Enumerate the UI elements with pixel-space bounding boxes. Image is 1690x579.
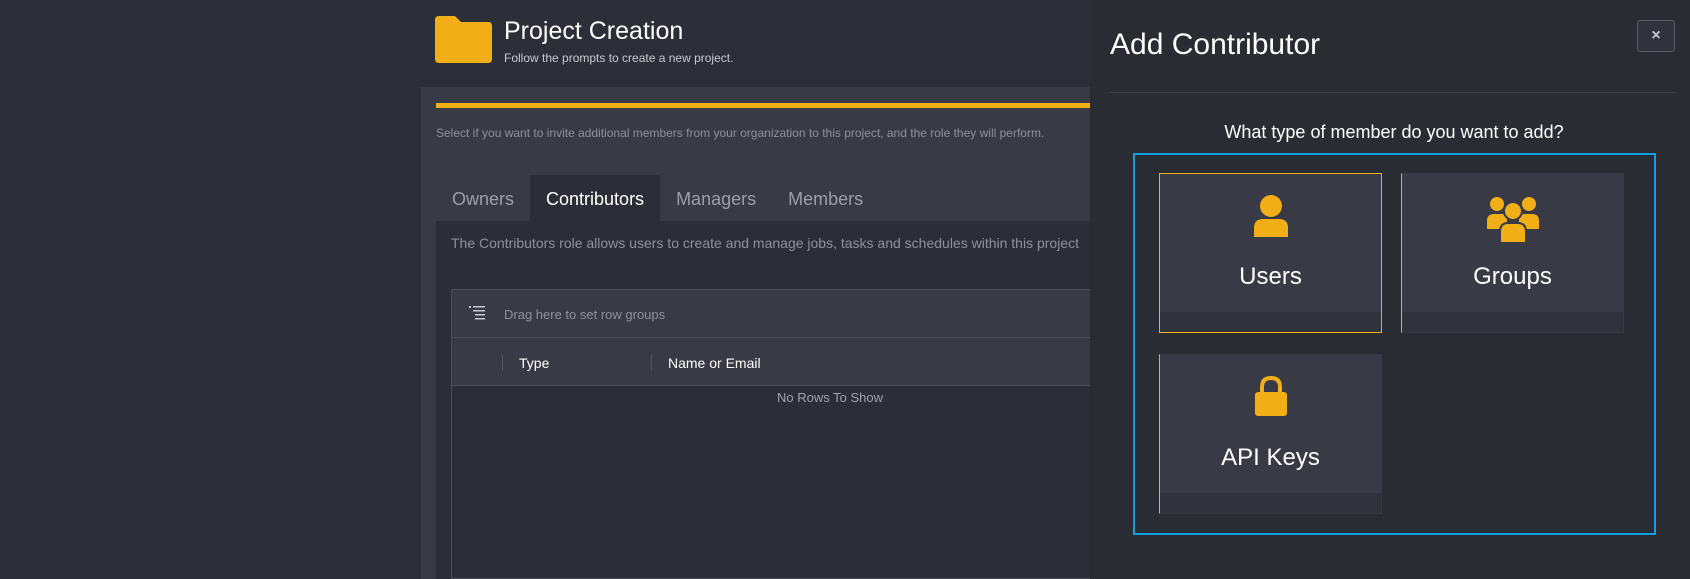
api-keys-option-card[interactable]: API Keys bbox=[1159, 354, 1382, 514]
no-rows-message: No Rows To Show bbox=[777, 390, 883, 405]
tab-content: The Contributors role allows users to cr… bbox=[436, 221, 1121, 579]
api-keys-option-label: API Keys bbox=[1221, 444, 1320, 471]
card-footer bbox=[1402, 312, 1623, 332]
grid-header: Type Name or Email bbox=[452, 338, 1121, 386]
close-button[interactable]: × bbox=[1637, 20, 1675, 52]
folder-icon bbox=[435, 16, 492, 63]
group-icon bbox=[1486, 197, 1539, 243]
card-footer bbox=[1160, 312, 1381, 332]
row-group-panel[interactable]: Drag here to set row groups bbox=[452, 290, 1121, 338]
tab-members[interactable]: Members bbox=[772, 175, 879, 221]
add-contributor-drawer: Add Contributor × What type of member do… bbox=[1090, 0, 1690, 579]
drawer-title: Add Contributor bbox=[1110, 28, 1321, 61]
row-group-icon bbox=[469, 306, 485, 320]
column-header-type[interactable]: Type bbox=[519, 355, 549, 371]
groups-option-label: Groups bbox=[1473, 263, 1552, 290]
column-separator[interactable] bbox=[651, 355, 652, 371]
users-option-card[interactable]: Users bbox=[1159, 173, 1382, 333]
column-header-name-or-email[interactable]: Name or Email bbox=[668, 355, 761, 371]
member-type-options: Users Groups API Keys bbox=[1133, 153, 1656, 535]
tab-managers[interactable]: Managers bbox=[660, 175, 772, 221]
drawer-divider bbox=[1110, 92, 1676, 93]
page-subtitle: Follow the prompts to create a new proje… bbox=[504, 51, 734, 65]
progress-bar bbox=[436, 103, 1116, 108]
wizard-panel: Select if you want to invite additional … bbox=[421, 87, 1121, 579]
row-group-placeholder: Drag here to set row groups bbox=[504, 307, 666, 322]
user-icon bbox=[1253, 195, 1288, 237]
lock-icon bbox=[1254, 376, 1287, 416]
card-footer bbox=[1160, 493, 1381, 513]
page-title: Project Creation bbox=[504, 17, 684, 45]
role-description: The Contributors role allows users to cr… bbox=[451, 235, 1079, 251]
column-separator[interactable] bbox=[502, 355, 503, 371]
groups-option-card[interactable]: Groups bbox=[1401, 173, 1624, 333]
tab-contributors[interactable]: Contributors bbox=[530, 175, 661, 221]
invite-instructions: Select if you want to invite additional … bbox=[436, 126, 1045, 140]
tab-owners[interactable]: Owners bbox=[436, 175, 530, 221]
users-option-label: Users bbox=[1239, 263, 1302, 290]
member-type-question: What type of member do you want to add? bbox=[1224, 122, 1564, 142]
role-tabs: Owners Contributors Managers Members bbox=[436, 175, 879, 221]
contributors-grid: Drag here to set row groups Type Name or… bbox=[451, 289, 1121, 579]
